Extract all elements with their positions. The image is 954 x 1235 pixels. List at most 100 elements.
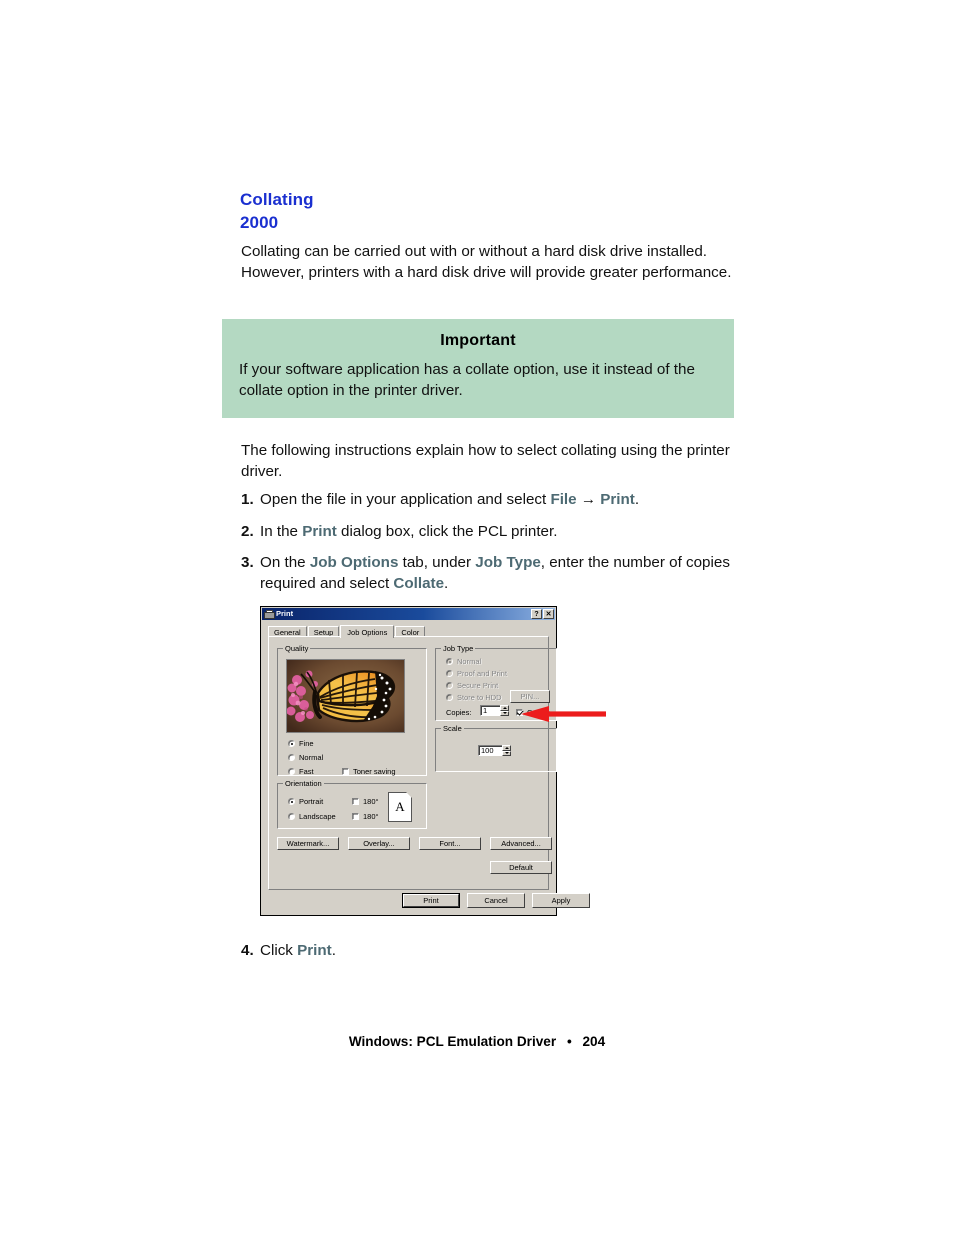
- annotation-arrow-icon: [521, 706, 606, 722]
- radio-indicator: [288, 798, 295, 805]
- scale-stepper[interactable]: 100: [478, 745, 511, 756]
- radio-indicator: [446, 670, 453, 677]
- step-number: 2.: [241, 522, 254, 540]
- orientation-option-label: Portrait: [299, 797, 324, 806]
- orientation-group: Orientation Portrait Landscape 180° 180°…: [277, 780, 427, 829]
- butterfly-illustration: [287, 660, 404, 732]
- emphasis-collate: Collate: [393, 574, 445, 592]
- scale-spinner-arrows[interactable]: [502, 745, 511, 756]
- toner-saving-label: Toner saving: [353, 767, 396, 776]
- scale-value[interactable]: 100: [478, 745, 502, 756]
- spinner-down-icon: [502, 750, 511, 756]
- step-text: Open the file in your application and se…: [260, 491, 640, 508]
- radio-indicator: [446, 694, 453, 701]
- job-type-group-label: Job Type: [441, 644, 476, 653]
- instruction-list: 1. Open the file in your application and…: [241, 490, 741, 605]
- quality-option-label: Normal: [299, 753, 324, 762]
- dialog-titlebar: Print ? ✕: [262, 608, 555, 620]
- intro-paragraph: Collating can be carried out with or wit…: [241, 243, 732, 281]
- advanced-button[interactable]: Advanced...: [490, 837, 552, 850]
- job-type-option-store-to-hdd: Store to HDD: [446, 693, 502, 702]
- orientation-option-portrait[interactable]: Portrait: [288, 797, 323, 806]
- emphasis-file: File: [550, 491, 577, 508]
- step-text: On the Job Options tab, under Job Type, …: [260, 554, 730, 592]
- pin-button: PIN...: [510, 690, 550, 703]
- step-number: 3.: [241, 554, 254, 571]
- quality-option-fast[interactable]: Fast: [288, 767, 314, 776]
- job-type-option-label: Proof and Print: [457, 669, 508, 678]
- emphasis-job-options: Job Options: [309, 554, 399, 571]
- page-number: 204: [582, 1034, 606, 1049]
- checkbox-indicator: [352, 813, 359, 820]
- step-number: 4.: [241, 942, 254, 959]
- footer-title: Windows: PCL Emulation Driver: [348, 1034, 557, 1049]
- dialog-title: Print: [276, 609, 294, 618]
- cancel-button[interactable]: Cancel: [467, 893, 525, 908]
- checkbox-indicator: [342, 768, 349, 775]
- copies-label: Copies:: [446, 708, 472, 717]
- spinner-down-icon: [500, 710, 509, 716]
- close-icon[interactable]: ✕: [543, 609, 554, 619]
- quality-option-normal[interactable]: Normal: [288, 753, 323, 762]
- print-button[interactable]: Print: [402, 893, 460, 908]
- dialog-body: General Setup Job Options Color Quality: [262, 621, 590, 914]
- job-type-option-proof-and-print: Proof and Print: [446, 669, 507, 678]
- rotate-label: 180°: [363, 797, 379, 806]
- tab-job-options[interactable]: Job Options: [340, 625, 395, 638]
- quality-option-label: Fine: [299, 739, 314, 748]
- watermark-button[interactable]: Watermark...: [277, 837, 339, 850]
- copies-spinner-arrows[interactable]: [500, 705, 509, 716]
- rotate-label: 180°: [363, 812, 379, 821]
- important-body: If your software application has a colla…: [239, 361, 695, 399]
- emphasis-print: Print: [600, 491, 635, 508]
- emphasis-job-type: Job Type: [475, 554, 541, 571]
- print-dialog: Print ? ✕ General Setup Job Options Colo…: [260, 606, 590, 916]
- step-text: In the Print dialog box, click the PCL p…: [260, 522, 558, 540]
- orientation-option-landscape[interactable]: Landscape: [288, 812, 336, 821]
- rotate-180-landscape-checkbox[interactable]: 180°: [352, 812, 379, 821]
- dialog-footer: Print Cancel Apply: [268, 891, 590, 911]
- lead-paragraph: The following instructions explain how t…: [241, 442, 730, 480]
- font-button[interactable]: Font...: [419, 837, 481, 850]
- apply-button[interactable]: Apply: [532, 893, 590, 908]
- step-text: Click Print.: [260, 942, 336, 959]
- list-item: 3. On the Job Options tab, under Job Typ…: [241, 553, 741, 594]
- overlay-button[interactable]: Overlay...: [348, 837, 410, 850]
- radio-indicator: [288, 768, 295, 775]
- quality-option-label: Fast: [299, 767, 314, 776]
- copies-stepper[interactable]: 1: [480, 705, 509, 716]
- help-icon[interactable]: ?: [531, 609, 542, 619]
- quality-option-fine[interactable]: Fine: [288, 739, 314, 748]
- step-number: 1.: [241, 491, 254, 508]
- job-type-option-label: Secure Print: [457, 681, 499, 690]
- copies-value[interactable]: 1: [480, 705, 500, 716]
- default-button[interactable]: Default: [490, 861, 552, 874]
- orientation-option-label: Landscape: [299, 812, 336, 821]
- job-type-option-label: Normal: [457, 657, 482, 666]
- list-item: 1. Open the file in your application and…: [241, 490, 741, 511]
- page-title: Collating 2000: [240, 188, 314, 234]
- important-callout: Important If your software application h…: [222, 319, 734, 418]
- job-type-option-label: Store to HDD: [457, 693, 502, 702]
- job-type-option-secure-print: Secure Print: [446, 681, 498, 690]
- toner-saving-checkbox[interactable]: Toner saving: [342, 767, 396, 776]
- radio-indicator: [288, 740, 295, 747]
- rotate-180-portrait-checkbox[interactable]: 180°: [352, 797, 379, 806]
- heading-line-1: Collating: [240, 190, 314, 209]
- radio-indicator: [446, 658, 453, 665]
- list-item: 2. In the Print dialog box, click the PC…: [241, 522, 741, 543]
- quality-group: Quality Fine Normal Fast Toner saving: [277, 645, 427, 776]
- radio-indicator: [446, 682, 453, 689]
- page-footer: Windows: PCL Emulation Driver • 204: [0, 1034, 954, 1049]
- radio-indicator: [288, 754, 295, 761]
- tab-panel-job-options: Quality Fine Normal Fast Toner saving Jo…: [268, 636, 557, 890]
- footer-separator: •: [566, 1034, 572, 1049]
- scale-group: Scale 100: [435, 725, 557, 772]
- emphasis-print: Print: [302, 522, 337, 540]
- checkbox-indicator: [352, 798, 359, 805]
- print-preview-image: [286, 659, 405, 733]
- radio-indicator: [288, 813, 295, 820]
- document-page: Collating 2000 Collating can be carried …: [0, 0, 954, 1235]
- titlebar-buttons: ? ✕: [531, 609, 555, 619]
- emphasis-print: Print: [297, 942, 332, 959]
